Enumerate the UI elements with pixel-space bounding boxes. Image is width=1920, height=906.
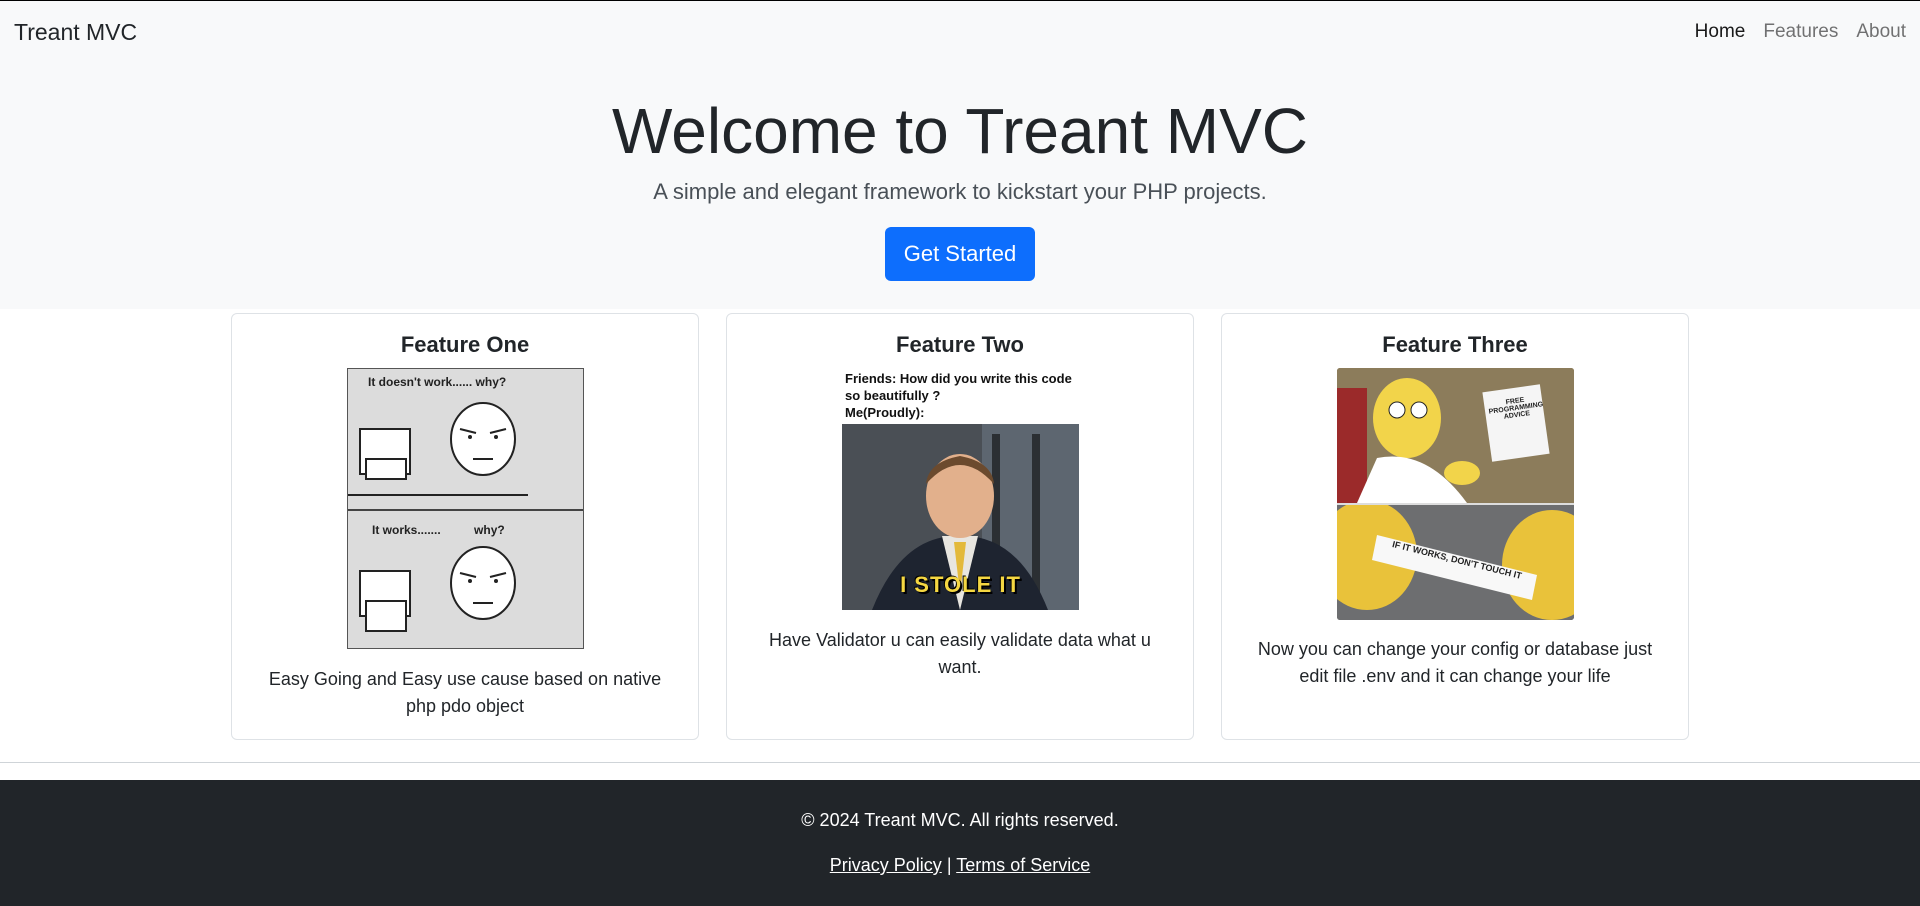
meme-panel-bottom: It works....... why? [348, 511, 583, 648]
terms-of-service-link[interactable]: Terms of Service [956, 855, 1090, 875]
meme-panel-top: It doesn't work...... why? [348, 369, 583, 509]
rage-face-drawing-2 [359, 546, 516, 632]
meme-photo: I STOLE IT [842, 424, 1079, 610]
feature-three-meme-image: FREE PROGRAMMING ADVICE IF IT WORKS, DON… [1337, 368, 1574, 620]
copyright-text: © 2024 Treant MVC. All rights reserved. [801, 810, 1119, 830]
navbar: Treant MVC Home Features About [0, 1, 1920, 63]
feature-one-meme-image: It doesn't work...... why? It works.....… [347, 368, 584, 649]
feature-title: Feature Three [1382, 332, 1528, 357]
feature-title: Feature One [400, 332, 530, 357]
footer-link-separator: | [946, 855, 952, 875]
footer-divider [0, 762, 1920, 763]
nav-link-about[interactable]: About [1856, 21, 1906, 43]
meme-bottom-panel: IF IT WORKS, DON'T TOUCH IT [1337, 505, 1574, 620]
nav-links: Home Features About [1695, 21, 1906, 43]
feature-text: Have Validator u can easily validate dat… [769, 630, 1151, 677]
homer-figure [1337, 368, 1574, 503]
meme-top-panel: FREE PROGRAMMING ADVICE [1337, 368, 1574, 503]
meme-caption: Friends: How did you write this code so … [845, 371, 1072, 420]
feature-card-two: Feature Two Friends: How did you write t… [726, 313, 1194, 740]
hero-section: Welcome to Treant MVC A simple and elega… [0, 63, 1920, 309]
meme-overlay-text: I STOLE IT [900, 572, 1021, 597]
feature-two-meme-image: Friends: How did you write this code so … [842, 368, 1079, 610]
nav-link-home[interactable]: Home [1695, 21, 1746, 43]
get-started-button[interactable]: Get Started [885, 227, 1035, 281]
feature-text: Easy Going and Easy use cause based on n… [268, 669, 662, 716]
feature-card-one: Feature One It doesn't work...... why? I… [231, 313, 699, 740]
feature-title: Feature Two [896, 332, 1024, 357]
privacy-policy-link[interactable]: Privacy Policy [830, 855, 942, 875]
footer-links: Privacy Policy | Terms of Service [0, 855, 1920, 876]
hero-lead: A simple and elegant framework to kickst… [653, 179, 1267, 204]
hero-title: Welcome to Treant MVC [612, 95, 1308, 167]
navbar-brand[interactable]: Treant MVC [14, 19, 137, 46]
footer: © 2024 Treant MVC. All rights reserved. … [0, 780, 1920, 906]
feature-text: Now you can change your config or databa… [1257, 639, 1653, 686]
feature-card-three: Feature Three FREE PROGRAMMING ADVICE IF… [1221, 313, 1689, 740]
features-row: Feature One It doesn't work...... why? I… [231, 313, 1689, 740]
rage-face-drawing [348, 402, 528, 496]
nav-link-features[interactable]: Features [1763, 21, 1838, 43]
